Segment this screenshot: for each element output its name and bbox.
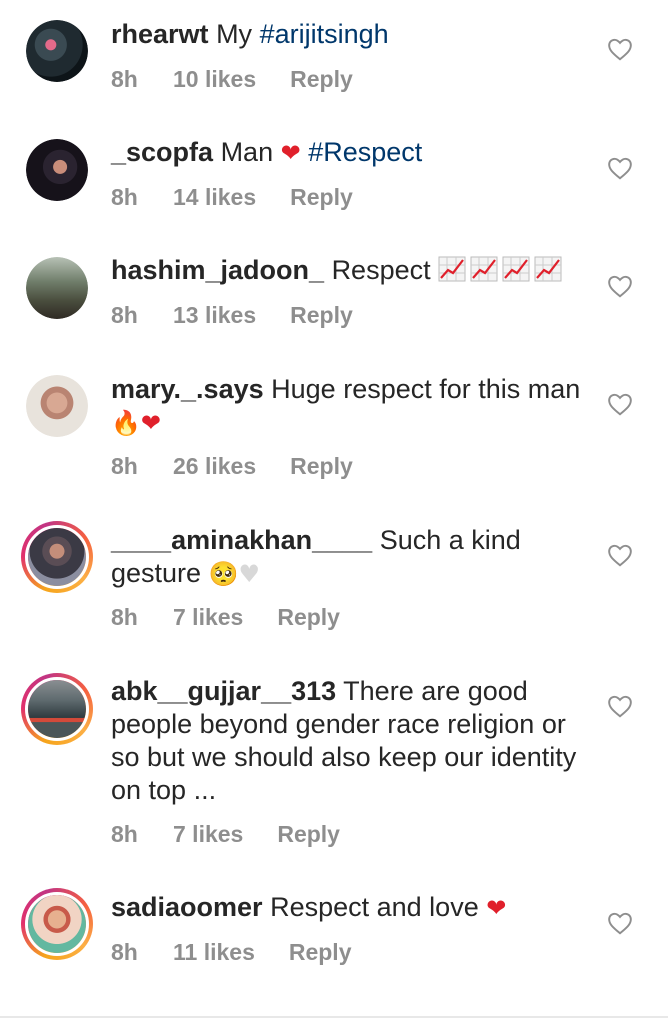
comment-username[interactable]: hashim_jadoon_ (111, 255, 324, 285)
comment-text: abk__gujjar__313 There are good people b… (111, 675, 591, 807)
comment-time: 8h (111, 604, 138, 630)
comment-text: ____aminakhan____ Such a kind gesture 🥺♥ (111, 524, 591, 591)
comment-username[interactable]: mary._.says (111, 374, 264, 404)
reply-button[interactable]: Reply (277, 604, 340, 631)
red-heart-emoji: ❤ (140, 409, 161, 437)
comment-meta: 8h 10 likes Reply (111, 66, 353, 93)
comment-meta: 8h 14 likes Reply (111, 184, 353, 211)
likes-count[interactable]: 11 likes (173, 939, 255, 966)
comment-time: 8h (111, 939, 138, 965)
divider (0, 1016, 668, 1018)
comment-username[interactable]: abk__gujjar__313 (111, 676, 336, 706)
comment-time: 8h (111, 302, 138, 328)
reply-button[interactable]: Reply (290, 184, 353, 211)
likes-count[interactable]: 7 likes (173, 604, 243, 631)
heart-outline-icon[interactable] (607, 156, 633, 180)
avatar-story-ring[interactable] (21, 521, 93, 593)
comment-meta: 8h 11 likes Reply (111, 939, 352, 966)
white-heart-emoji: ♥ (238, 560, 260, 588)
chart-increasing-emoji (534, 256, 562, 282)
avatar-story-ring[interactable] (21, 673, 93, 745)
comment-meta: 8h 13 likes Reply (111, 302, 353, 329)
avatar-story-ring[interactable] (21, 888, 93, 960)
avatar[interactable] (26, 20, 88, 82)
comment-body: Huge respect for this man (271, 374, 581, 404)
comment-body: Man (220, 137, 281, 167)
heart-outline-icon[interactable] (607, 274, 633, 298)
heart-outline-icon[interactable] (607, 543, 633, 567)
red-heart-emoji: ❤ (486, 894, 507, 922)
comment-body: My (216, 19, 260, 49)
hashtag-link[interactable]: #arijitsingh (260, 19, 389, 49)
comment-meta: 8h 26 likes Reply (111, 453, 353, 480)
likes-count[interactable]: 13 likes (173, 302, 256, 329)
likes-count[interactable]: 14 likes (173, 184, 256, 211)
comment-time: 8h (111, 453, 138, 479)
heart-outline-icon[interactable] (607, 911, 633, 935)
reply-button[interactable]: Reply (290, 302, 353, 329)
chart-increasing-emoji (470, 256, 498, 282)
chart-increasing-emoji (438, 256, 466, 282)
comment-text: mary._.says Huge respect for this man 🔥❤ (111, 373, 591, 440)
heart-outline-icon[interactable] (607, 392, 633, 416)
heart-outline-icon[interactable] (607, 694, 633, 718)
comment-text: rhearwt My #arijitsingh (111, 18, 591, 51)
comment-text: _scopfa Man ❤ #Respect (111, 136, 591, 170)
comment-username[interactable]: rhearwt (111, 19, 209, 49)
avatar[interactable] (26, 375, 88, 437)
red-heart-emoji: ❤ (280, 139, 301, 167)
avatar[interactable] (26, 139, 88, 201)
comment-time: 8h (111, 821, 138, 847)
avatar[interactable] (26, 257, 88, 319)
comment-text: sadiaoomer Respect and love ❤ (111, 891, 591, 925)
chart-increasing-emoji (502, 256, 530, 282)
comment-meta: 8h 7 likes Reply (111, 821, 340, 848)
comment-body: Respect (331, 255, 439, 285)
comment-meta: 8h 7 likes Reply (111, 604, 340, 631)
comment-text: hashim_jadoon_ Respect (111, 254, 591, 287)
comment-username[interactable]: ____aminakhan____ (111, 525, 372, 555)
pleading-face-emoji: 🥺 (208, 560, 239, 588)
comment-time: 8h (111, 184, 138, 210)
comment-time: 8h (111, 66, 138, 92)
hashtag-link[interactable]: #Respect (308, 137, 422, 167)
comment-username[interactable]: _scopfa (111, 137, 213, 167)
reply-button[interactable]: Reply (277, 821, 340, 848)
fire-emoji: 🔥 (111, 409, 141, 437)
reply-button[interactable]: Reply (289, 939, 352, 966)
likes-count[interactable]: 7 likes (173, 821, 243, 848)
comment-username[interactable]: sadiaoomer (111, 892, 263, 922)
heart-outline-icon[interactable] (607, 37, 633, 61)
reply-button[interactable]: Reply (290, 66, 353, 93)
likes-count[interactable]: 10 likes (173, 66, 256, 93)
reply-button[interactable]: Reply (290, 453, 353, 480)
comment-body: Respect and love (270, 892, 487, 922)
likes-count[interactable]: 26 likes (173, 453, 256, 480)
